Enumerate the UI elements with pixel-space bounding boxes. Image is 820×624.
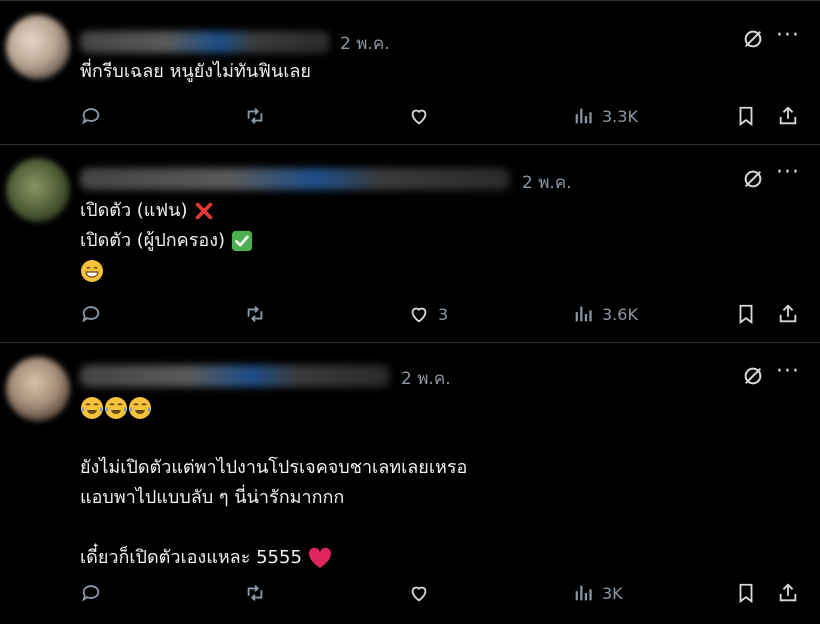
view-count: 3.6K <box>602 304 638 324</box>
reply-icon <box>82 108 100 125</box>
like-button[interactable] <box>408 578 438 608</box>
more-options-icon[interactable]: ··· <box>776 361 800 387</box>
views-icon <box>575 306 592 322</box>
reply-button[interactable] <box>80 578 102 608</box>
bookmark-icon <box>739 106 753 127</box>
reply-button[interactable] <box>80 101 102 131</box>
repost-button[interactable] <box>244 101 266 131</box>
cross-mark-icon <box>195 202 213 220</box>
grok-icon[interactable] <box>742 365 764 387</box>
more-options-icon[interactable]: ··· <box>776 162 800 188</box>
bookmark-icon <box>739 304 753 325</box>
views-icon <box>575 108 592 124</box>
view-count: 3.3K <box>602 106 638 126</box>
tweet-actions: 3.3K <box>0 101 820 131</box>
reply-icon <box>82 585 100 602</box>
avatar[interactable] <box>6 15 70 79</box>
grok-icon[interactable] <box>742 28 764 50</box>
tweet-date[interactable]: 2 พ.ค. <box>401 365 451 392</box>
tweet-text: เปิดตัว (แฟน) เปิดตัว (ผู้ปกครอง) <box>80 196 253 286</box>
red-heart-icon <box>308 547 331 568</box>
repost-button[interactable] <box>244 299 266 329</box>
repost-icon <box>247 585 263 601</box>
like-button[interactable]: 3 <box>408 299 448 329</box>
heart-icon <box>411 586 427 602</box>
tears-of-joy-icon <box>105 397 127 419</box>
tweet[interactable]: 2 พ.ค. ··· ยังไม่เปิดตัวแต่พาไปงานโปรเจค… <box>0 343 820 624</box>
tears-of-joy-icon <box>129 397 151 419</box>
tears-of-joy-icons <box>80 397 152 419</box>
views-button[interactable]: 3.3K <box>572 101 638 131</box>
more-options-icon[interactable]: ··· <box>776 25 800 51</box>
repost-button[interactable] <box>244 578 266 608</box>
tears-of-joy-icon <box>81 397 103 419</box>
share-icon <box>779 583 797 602</box>
heart-icon <box>411 307 427 323</box>
share-button[interactable] <box>777 578 799 608</box>
bookmark-button[interactable] <box>735 299 757 329</box>
tweet-text: ยังไม่เปิดตัวแต่พาไปงานโปรเจคจบชาเลทเลยเ… <box>80 393 467 573</box>
blurred-username <box>80 365 390 387</box>
views-icon <box>575 585 592 601</box>
views-button[interactable]: 3.6K <box>572 299 638 329</box>
tweet[interactable]: 2 พ.ค. ··· เปิดตัว (แฟน) เปิดตัว (ผู้ปกค… <box>0 144 820 343</box>
tweet-text: พี่กรีบเฉลย หนูยังไม่ทันฟินเลย <box>80 61 311 82</box>
grinning-face-icon <box>81 260 103 282</box>
like-button[interactable] <box>408 101 438 131</box>
reply-icon <box>82 306 100 323</box>
tweet-date[interactable]: 2 พ.ค. <box>340 30 390 57</box>
bookmark-icon <box>739 583 753 604</box>
bookmark-button[interactable] <box>735 578 757 608</box>
blurred-username <box>80 168 510 190</box>
view-count: 3K <box>602 583 623 603</box>
share-icon <box>779 304 797 323</box>
tweet-actions: 3K <box>0 578 820 608</box>
check-mark-icon <box>231 230 252 252</box>
blurred-username <box>80 31 330 53</box>
views-button[interactable]: 3K <box>572 578 623 608</box>
repost-icon <box>247 108 263 124</box>
heart-icon <box>411 109 427 125</box>
tweet-date[interactable]: 2 พ.ค. <box>522 169 572 196</box>
avatar[interactable] <box>6 357 70 421</box>
share-button[interactable] <box>777 101 799 131</box>
tweet[interactable]: 2 พ.ค. ··· พี่กรีบเฉลย หนูยังไม่ทันฟินเล… <box>0 0 820 145</box>
share-button[interactable] <box>777 299 799 329</box>
bookmark-button[interactable] <box>735 101 757 131</box>
avatar[interactable] <box>6 158 70 222</box>
like-count: 3 <box>438 304 449 324</box>
repost-icon <box>247 306 263 322</box>
share-icon <box>779 106 797 125</box>
grok-icon[interactable] <box>742 168 764 190</box>
reply-button[interactable] <box>80 299 102 329</box>
tweet-actions: 3 3.6K <box>0 299 820 329</box>
